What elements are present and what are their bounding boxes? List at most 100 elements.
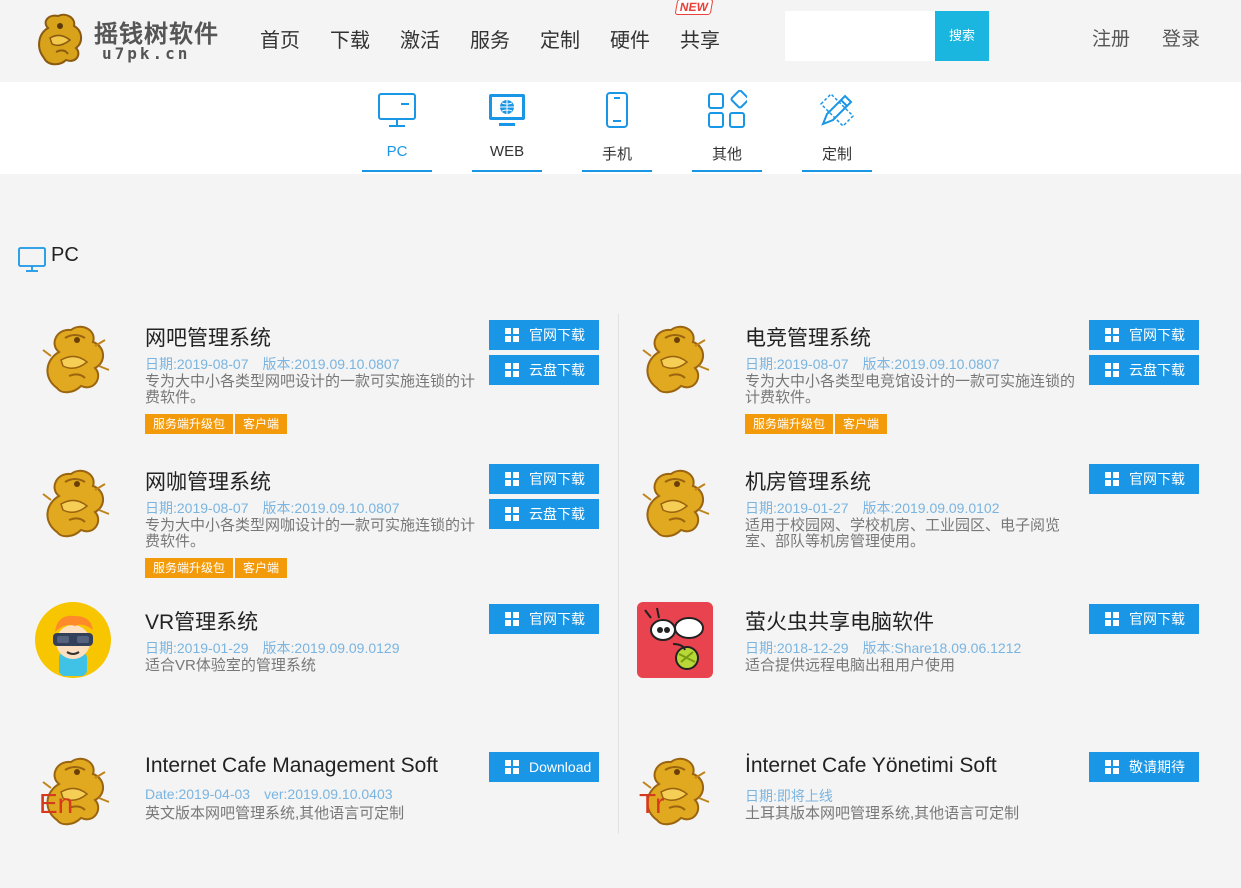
official-download-button[interactable]: 官网下载 [1089,604,1199,634]
product-version: 版本:2019.09.10.0807 [262,500,400,516]
product-description: 土耳其版本网吧管理系统,其他语言可定制 [745,805,1020,822]
product-description: 英文版本网吧管理系统,其他语言可定制 [145,805,405,822]
official-download-button[interactable]: 官网下载 [489,464,599,494]
nav-download[interactable]: 下载 [330,24,370,53]
windows-icon [505,612,519,626]
windows-icon [505,363,519,377]
windows-icon [1105,328,1119,342]
client-tag[interactable]: 客户端 [235,558,288,578]
language-overlay: En [39,788,74,819]
logo-domain: u7pk.cn [102,44,191,63]
tab-underline [472,170,542,172]
product-date: 日期:2019-08-07 [145,500,249,516]
official-download-button[interactable]: 官网下载 [489,320,599,350]
nav-hardware[interactable]: 硬件 [610,24,650,53]
section-title-text: PC [51,244,79,266]
product-date: 日期:2019-08-07 [745,356,849,372]
monitor-icon [18,247,46,272]
category-tabs: PC WEB 手机 其他 定制 [0,82,1241,174]
official-download-button[interactable]: 官网下载 [1089,464,1199,494]
product-name[interactable]: İnternet Cafe Yönetimi Soft [745,754,997,778]
product-name[interactable]: 电竞管理系统 [745,322,871,352]
product-name[interactable]: Internet Cafe Management Soft [145,754,438,778]
product-description: 适合VR体验室的管理系统 [145,657,316,674]
cloud-download-button[interactable]: 云盘下载 [1089,355,1199,385]
server-upgrade-tag[interactable]: 服务端升级包 [145,414,234,434]
product-name[interactable]: VR管理系统 [145,606,258,636]
product-tags: 服务端升级包 客户端 [145,414,289,434]
official-download-button[interactable]: 官网下载 [1089,320,1199,350]
windows-icon [1105,760,1119,774]
product-date: 日期:2018-12-29 [745,640,849,656]
product-card: 网吧管理系统 日期:2019-08-07 版本:2019.09.10.0807 专为大… [35,316,605,456]
product-icon: Tr [635,748,715,828]
product-description: 专为大中小各类型网咖设计的一款可实施连锁的计费软件。 [145,517,476,550]
golden-dragon-icon [642,325,710,394]
phone-icon [606,92,628,128]
windows-icon [505,328,519,342]
tab-label: PC [386,143,408,160]
site-logo[interactable]: 摇钱树软件 u7pk.cn [30,8,230,68]
product-icon [635,460,715,540]
official-download-button[interactable]: Download [489,752,599,782]
cloud-download-button[interactable]: 云盘下载 [489,355,599,385]
product-card: 机房管理系统 日期:2019-01-27 版本:2019.09.09.0102 适用于… [635,460,1205,600]
button-label: 官网下载 [529,611,585,627]
windows-icon [505,472,519,486]
product-name[interactable]: 萤火虫共享电脑软件 [745,606,934,636]
tab-underline [802,170,872,172]
product-name[interactable]: 网吧管理系统 [145,322,271,352]
product-meta: 日期:2019-01-29 版本:2019.09.09.0129 [145,638,400,658]
button-label: 云盘下载 [529,506,585,522]
product-description: 适用于校园网、学校机房、工业园区、电子阅览室、部队等机房管理使用。 [745,517,1061,550]
tab-other[interactable]: 其他 [692,82,762,174]
product-tags: 服务端升级包 客户端 [745,414,889,434]
tab-mobile[interactable]: 手机 [582,82,652,174]
button-label: 云盘下载 [1129,362,1185,378]
tab-web[interactable]: WEB [472,82,542,174]
tab-label: 手机 [601,146,632,163]
product-card: 萤火虫共享电脑软件 日期:2018-12-29 版本:Share18.09.06.1… [635,600,1205,740]
nav-activate[interactable]: 激活 [400,24,440,53]
tab-custom[interactable]: 定制 [802,82,872,174]
product-version: 版本:2019.09.09.0129 [262,640,400,656]
nav-service[interactable]: 服务 [470,24,510,53]
product-date: 日期:2019-08-07 [145,356,249,372]
product-meta: 日期:2019-08-07 版本:2019.09.10.0807 [145,498,400,518]
grid-icon [708,90,747,128]
site-header: 摇钱树软件 u7pk.cn 首页 下载 激活 服务 定制 硬件 NEW 共享 搜… [0,0,1241,82]
button-label: 官网下载 [1129,471,1185,487]
tab-underline [692,170,762,172]
windows-icon [505,507,519,521]
search-button[interactable]: 搜索 [935,11,989,61]
new-badge: NEW [674,0,714,15]
product-name[interactable]: 网咖管理系统 [145,466,271,496]
client-tag[interactable]: 客户端 [235,414,288,434]
tab-pc[interactable]: PC [362,82,432,174]
product-card: VR管理系统 日期:2019-01-29 版本:2019.09.09.0129 适合V… [35,600,605,740]
cloud-download-button[interactable]: 云盘下载 [489,499,599,529]
register-link[interactable]: 注册 [1092,24,1130,51]
official-download-button[interactable]: 官网下载 [489,604,599,634]
search-input[interactable] [785,11,935,61]
product-description: 专为大中小各类型电竞馆设计的一款可实施连锁的计费软件。 [745,373,1076,406]
official-download-button[interactable]: 敬请期待 [1089,752,1199,782]
product-icon [35,316,115,396]
firefly-icon [637,602,713,678]
column-divider [618,314,619,834]
windows-icon [505,760,519,774]
server-upgrade-tag[interactable]: 服务端升级包 [145,558,234,578]
product-version: 版本:2019.09.10.0807 [862,356,1000,372]
web-monitor-icon [489,94,525,126]
product-date: Date:2019-04-03 [145,786,251,802]
server-upgrade-tag[interactable]: 服务端升级包 [745,414,834,434]
nav-custom[interactable]: 定制 [540,24,580,53]
login-link[interactable]: 登录 [1162,24,1200,51]
product-description: 适合提供远程电脑出租用户使用 [745,657,956,674]
product-card: En Internet Cafe Management Soft Date:2019… [35,748,605,888]
product-icon [35,600,115,680]
client-tag[interactable]: 客户端 [835,414,888,434]
nav-home[interactable]: 首页 [260,24,300,53]
product-name[interactable]: 机房管理系统 [745,466,871,496]
nav-share[interactable]: NEW 共享 [674,0,720,53]
